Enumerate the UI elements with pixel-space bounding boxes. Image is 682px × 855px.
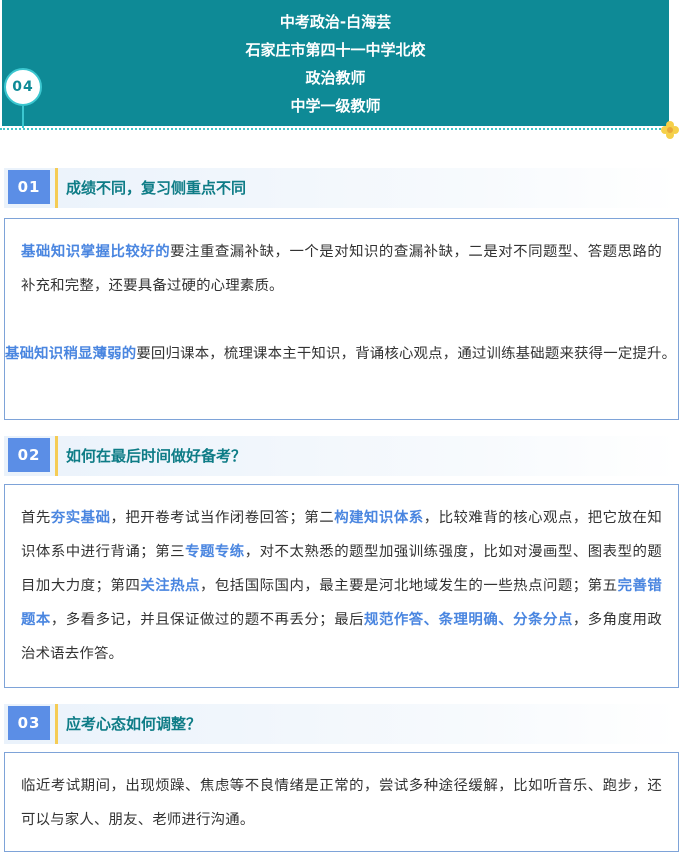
header-line-school: 石家庄市第四十一中学北校 xyxy=(245,41,426,59)
section-content-02: 首先夯实基础，把开卷考试当作闭卷回答；第二构建知识体系，比较难背的核心观点，把它… xyxy=(4,484,679,688)
body-text: 首先 xyxy=(21,510,51,526)
body-text: ，多看多记，并且保证做过的题不再丢分；最后 xyxy=(50,612,365,628)
body-text: 要回归课本，梳理课本主干知识，背诵核心观点，通过训练基础题来获得一定提升。 xyxy=(136,346,677,362)
highlight-text: 规范作答、条理明确、分条分点 xyxy=(364,612,573,628)
paragraph: 基础知识掌握比较好的要注重查漏补缺，一个是对知识的查漏补缺，二是对不同题型、答题… xyxy=(21,235,662,303)
body-text: ，包括国际国内，最主要是河北地域发生的一些热点问题；第五 xyxy=(199,578,618,594)
highlight-text: 基础知识掌握比较好的 xyxy=(21,244,171,260)
body-text: 临近考试期间，出现烦躁、焦虑等不良情绪是正常的，尝试多种途径缓解，比如听音乐、跑… xyxy=(21,778,662,828)
highlight-text: 关注热点 xyxy=(140,578,200,594)
section-title: 应考心态如何调整？ xyxy=(66,715,202,733)
header-banner: 中考政治-白海芸 石家庄市第四十一中学北校 政治教师 中学一级教师 xyxy=(2,0,669,126)
highlight-text: 构建知识体系 xyxy=(334,510,424,526)
section-title: 如何在最后时间做好备考？ xyxy=(66,447,247,465)
flower-icon xyxy=(661,121,679,139)
paragraph: 基础知识稍显薄弱的要回归课本，梳理课本主干知识，背诵核心观点，通过训练基础题来获… xyxy=(5,337,678,371)
accent-bar xyxy=(55,704,58,744)
paragraph: 首先夯实基础，把开卷考试当作闭卷回答；第二构建知识体系，比较难背的核心观点，把它… xyxy=(21,501,662,671)
section-number: 01 xyxy=(8,170,50,204)
section-header-03: 03 应考心态如何调整？ xyxy=(4,704,679,744)
header-line-name: 中考政治-白海芸 xyxy=(279,13,392,31)
section-header-01: 01 成绩不同，复习侧重点不同 xyxy=(4,168,679,208)
highlight-text: 基础知识稍显薄弱的 xyxy=(5,346,137,362)
section-number: 02 xyxy=(8,438,50,472)
number-badge: 04 xyxy=(4,68,42,106)
accent-bar xyxy=(55,168,58,208)
dotted-divider xyxy=(0,128,664,130)
highlight-text: 夯实基础 xyxy=(50,510,111,526)
highlight-text: 专题专练 xyxy=(185,544,245,560)
section-title: 成绩不同，复习侧重点不同 xyxy=(66,179,247,197)
badge-stem xyxy=(22,106,24,128)
paragraph: 临近考试期间，出现烦躁、焦虑等不良情绪是正常的，尝试多种途径缓解，比如听音乐、跑… xyxy=(21,769,662,837)
header-line-role: 政治教师 xyxy=(305,69,366,87)
section-header-02: 02 如何在最后时间做好备考？ xyxy=(4,436,679,476)
section-content-01: 基础知识掌握比较好的要注重查漏补缺，一个是对知识的查漏补缺，二是对不同题型、答题… xyxy=(4,218,679,420)
header-line-rank: 中学一级教师 xyxy=(290,97,381,115)
accent-bar xyxy=(55,436,58,476)
section-content-03: 临近考试期间，出现烦躁、焦虑等不良情绪是正常的，尝试多种途径缓解，比如听音乐、跑… xyxy=(4,752,679,852)
section-number: 03 xyxy=(8,706,50,740)
body-text: ，把开卷考试当作闭卷回答；第二 xyxy=(110,510,335,526)
